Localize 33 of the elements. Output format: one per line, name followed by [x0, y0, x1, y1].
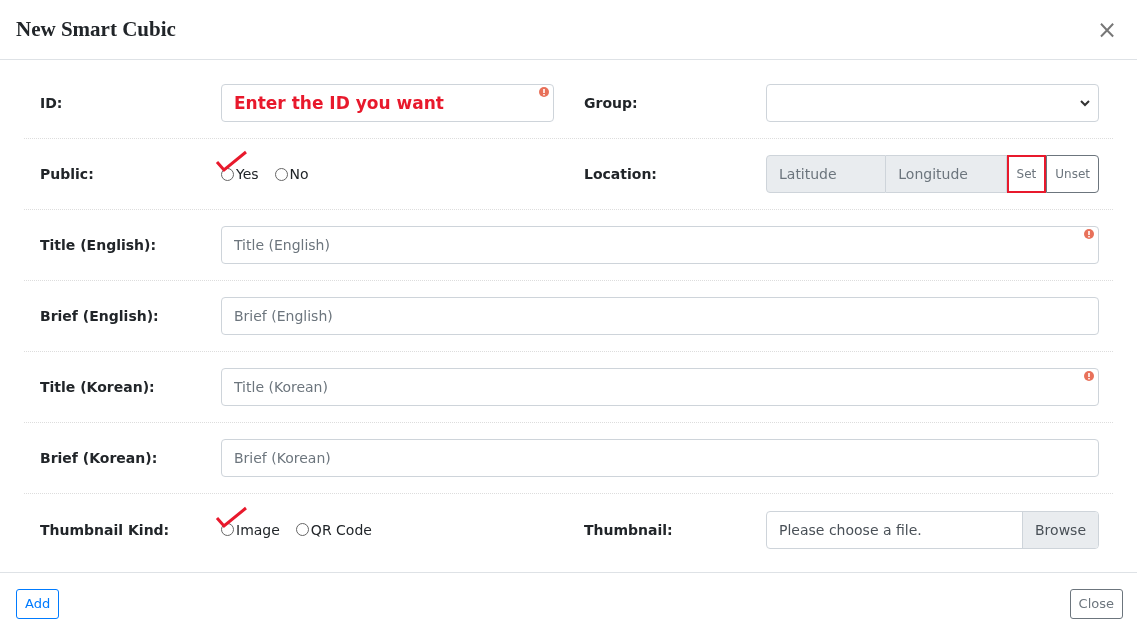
radio-button[interactable] [274, 167, 288, 181]
field-label: Location: [584, 166, 658, 182]
text-field[interactable]: Title (English) [221, 226, 1099, 264]
field-label: Public: [39, 166, 95, 182]
field-label: Brief (English): [39, 308, 160, 324]
field-label: ID: [39, 95, 64, 111]
field-label: Thumbnail Kind: [39, 521, 171, 538]
file-field[interactable]: Please choose a file. Browse [766, 510, 1099, 549]
close-button[interactable]: × [1092, 15, 1121, 44]
field-label: Title (Korean): [39, 379, 156, 395]
field-label: Group: [584, 95, 639, 111]
longitude-field[interactable]: Longitude [886, 155, 1007, 193]
set-button[interactable]: Set [1006, 155, 1047, 193]
radio-label: QR Code [310, 521, 372, 538]
add-button[interactable]: Add [16, 588, 60, 619]
field-label: Thumbnail: [584, 521, 674, 538]
file-placeholder: Please choose a file. [778, 520, 923, 540]
browse-button[interactable]: Browse [1022, 511, 1098, 548]
radio-label: Image [236, 521, 280, 538]
text-field[interactable]: Title (Korean) [221, 368, 1099, 406]
dialog-title: New Smart Cubic [16, 17, 176, 42]
radio-label: Yes [236, 166, 259, 182]
radio-button[interactable] [295, 523, 309, 536]
id-field[interactable]: Enter the ID you want [221, 84, 554, 122]
latitude-field[interactable]: Latitude [766, 155, 887, 193]
text-field[interactable]: Brief (Korean) [221, 439, 1099, 477]
field-label: Brief (Korean): [39, 450, 159, 466]
unset-button[interactable]: Unset [1046, 155, 1099, 193]
radio-label: No [289, 166, 309, 182]
field-label: Title (English): [39, 237, 158, 253]
text-field[interactable]: Brief (English) [221, 297, 1099, 335]
chevron-down-icon [1080, 99, 1090, 107]
close-button[interactable]: Close [1069, 588, 1123, 619]
